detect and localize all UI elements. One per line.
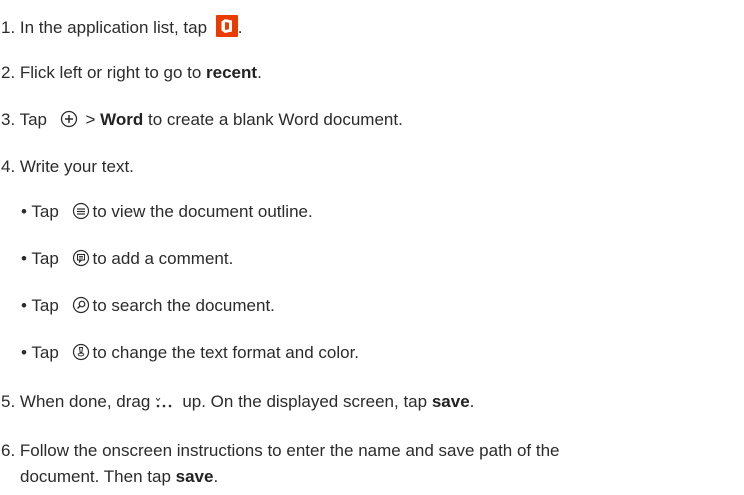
bullet-4-prefix: • Tap xyxy=(21,343,59,362)
step-3-mid: > xyxy=(80,110,101,129)
step-1-text: 1. In the application list, tap xyxy=(1,18,208,37)
step-6-text-2: document. Then tap xyxy=(20,467,176,486)
bullet-3-text: to search the document. xyxy=(92,296,275,315)
plus-circle-icon xyxy=(60,110,77,128)
step-4: 4. Write your text. xyxy=(1,156,134,178)
step-1: 1. In the application list, tap . xyxy=(1,15,243,39)
step-5-suffix: . xyxy=(469,392,475,411)
step-2-suffix: . xyxy=(257,63,262,82)
step-6-line-1: 6. Follow the onscreen instructions to e… xyxy=(1,440,560,462)
step-3-text: 3. Tap xyxy=(1,110,48,129)
comment-icon xyxy=(72,249,89,267)
bullet-1: • Tap to view the document outline. xyxy=(21,201,313,223)
step-2: 2. Flick left or right to go to recent. xyxy=(1,62,262,84)
step-1-suffix: . xyxy=(237,18,243,37)
step-6-suffix: . xyxy=(213,467,219,486)
outline-icon xyxy=(72,202,89,220)
step-5: 5. When done, drag up. On the displayed … xyxy=(1,391,474,413)
step-3-bold: Word xyxy=(100,110,144,129)
search-icon xyxy=(72,296,89,314)
bullet-2: • Tap to add a comment. xyxy=(21,248,233,270)
bullet-3-prefix: • Tap xyxy=(21,296,59,315)
step-4-text: 4. Write your text. xyxy=(1,157,134,176)
bullet-4-text: to change the text format and color. xyxy=(92,343,360,362)
bullet-1-prefix: • Tap xyxy=(21,202,59,221)
step-3-suffix: to create a blank Word document. xyxy=(143,110,403,129)
bullet-2-text: to add a comment. xyxy=(92,249,234,268)
step-3: 3. Tap > Word to create a blank Word doc… xyxy=(1,109,403,131)
office-app-icon xyxy=(215,15,238,37)
bullet-2-prefix: • Tap xyxy=(21,249,59,268)
step-5-text: 5. When done, drag xyxy=(1,392,151,411)
step-6-bold: save xyxy=(175,467,214,486)
step-5-mid: up. On the displayed screen, tap xyxy=(182,392,432,411)
step-6-line-2: document. Then tap save. xyxy=(20,466,218,488)
step-6-text: 6. Follow the onscreen instructions to e… xyxy=(1,441,560,460)
bullet-3: • Tap to search the document. xyxy=(21,295,275,317)
bullet-4: • Tap to change the text format and colo… xyxy=(21,342,359,364)
step-2-text: 2. Flick left or right to go to xyxy=(1,63,207,82)
bullet-1-text: to view the document outline. xyxy=(92,202,313,221)
more-dots-icon xyxy=(155,397,172,408)
text-format-icon xyxy=(72,343,89,361)
step-2-bold: recent xyxy=(206,63,258,82)
step-5-bold: save xyxy=(431,392,470,411)
